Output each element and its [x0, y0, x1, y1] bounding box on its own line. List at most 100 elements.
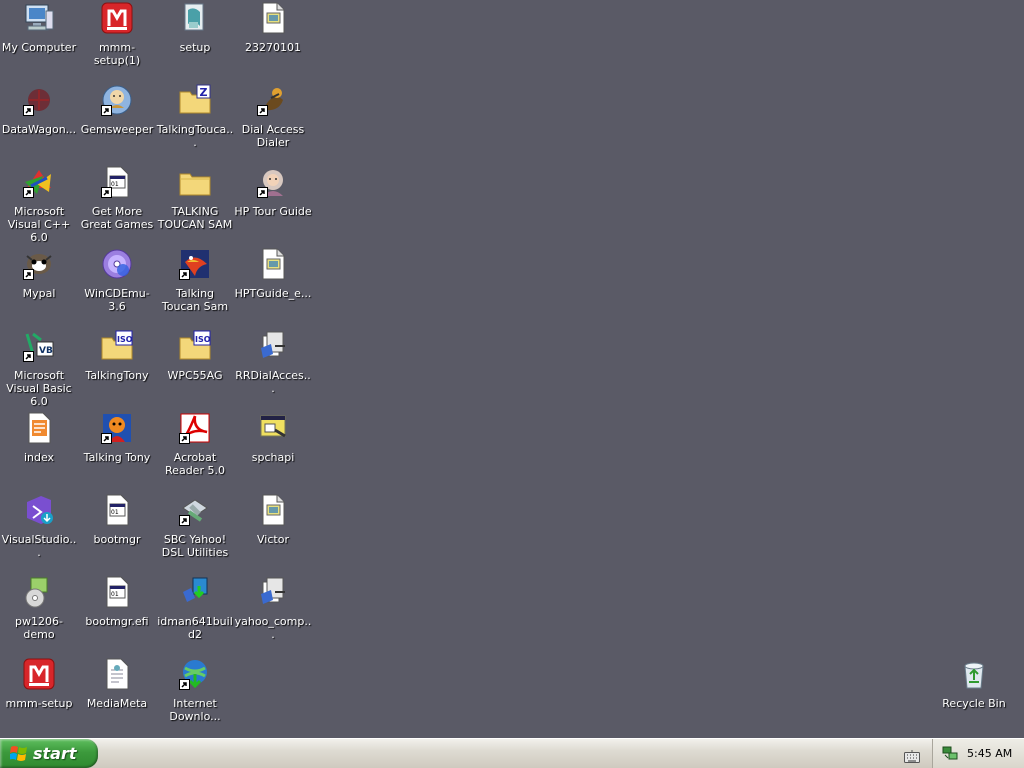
shortcut-arrow-icon — [179, 269, 190, 280]
desktop-icon-recycle-bin[interactable]: Recycle Bin — [935, 656, 1013, 710]
html-file-icon — [23, 412, 55, 444]
desktop-icon-talkingtony[interactable]: ISO TalkingTony — [78, 328, 156, 382]
hp-tour-guide-icon — [257, 166, 289, 198]
shortcut-arrow-icon — [257, 187, 268, 198]
desktop-icon-label: mmm-setup — [5, 697, 73, 710]
desktop-icon-label: My Computer — [1, 41, 77, 54]
installer-icon — [257, 330, 289, 362]
desktop-icon-spchapi[interactable]: spchapi — [234, 410, 312, 464]
shortcut-arrow-icon — [179, 433, 190, 444]
visual-cpp-icon — [23, 166, 55, 198]
taskbar: start 5:45 AM — [0, 738, 1024, 768]
desktop-icon-wincdemu-3-6[interactable]: WinCDEmu-3.6 — [78, 246, 156, 313]
desktop-icon-mmm-setup[interactable]: mmm-setup — [0, 656, 78, 710]
dsl-utilities-icon — [179, 494, 211, 526]
desktop-icon-wpc55ag[interactable]: ISO WPC55AG — [156, 328, 234, 382]
system-file-icon: 01 — [101, 494, 133, 526]
svg-text:ISO: ISO — [117, 335, 133, 344]
shortcut-arrow-icon — [23, 351, 34, 362]
svg-text:01: 01 — [111, 509, 119, 516]
desktop-icon-microsoft-visual-c-6-0[interactable]: Microsoft Visual C++ 6.0 — [0, 164, 78, 244]
desktop-icon-label: WPC55AG — [167, 369, 223, 382]
desktop-icon-label: TalkingTony — [85, 369, 149, 382]
desktop-icon-bootmgr-efi[interactable]: 01 bootmgr.efi — [78, 574, 156, 628]
document-icon — [257, 494, 289, 526]
mmm-setup-icon — [23, 658, 55, 690]
shortcut-arrow-icon — [101, 187, 112, 198]
mypal-icon — [23, 248, 55, 280]
desktop-icon-dial-access-dialer[interactable]: Dial Access Dialer — [234, 82, 312, 149]
desktop-icon-mmm-setup-1[interactable]: mmm-setup(1) — [78, 0, 156, 67]
desktop-icon-label: VisualStudio... — [1, 533, 77, 559]
desktop-icon-label: idman641build2 — [157, 615, 233, 641]
desktop-icon-label: spchapi — [251, 451, 295, 464]
mmm-setup-icon — [101, 2, 133, 34]
shortcut-arrow-icon — [23, 269, 34, 280]
internet-download-icon — [179, 658, 211, 690]
text-file-icon — [101, 658, 133, 690]
desktop-icon-talking-toucan-sam[interactable]: TALKING TOUCAN SAM — [156, 164, 234, 231]
desktop-icon-talkingtouca[interactable]: Z TalkingTouca... — [156, 82, 234, 149]
shortcut-arrow-icon — [257, 105, 268, 116]
desktop-icon-hptguide-e[interactable]: HPTGuide_e... — [234, 246, 312, 300]
desktop-icon-my-computer[interactable]: My Computer — [0, 0, 78, 54]
desktop[interactable]: Recycle Bin My Computer mmm-setup(1) setup… — [0, 0, 1024, 738]
desktop-icon-sbc-yahoo-dsl-utilities[interactable]: SBC Yahoo! DSL Utilities — [156, 492, 234, 559]
desktop-icon-microsoft-visual-basic-6-0[interactable]: VB Microsoft Visual Basic 6.0 — [0, 328, 78, 408]
desktop-icon-label: Acrobat Reader 5.0 — [165, 451, 225, 477]
desktop-icon-label: Mypal — [22, 287, 56, 300]
keyboard-icon[interactable] — [904, 748, 920, 767]
desktop-icon-victor[interactable]: Victor — [234, 492, 312, 546]
desktop-icon-talking-tony[interactable]: Talking Tony — [78, 410, 156, 464]
zip-folder-icon: Z — [179, 84, 211, 116]
dialer-icon — [257, 84, 289, 116]
shortcut-arrow-icon — [179, 515, 190, 526]
visual-basic-icon: VB — [23, 330, 55, 362]
shortcut-arrow-icon — [101, 433, 112, 444]
desktop-icon-gemsweeper[interactable]: Gemsweeper — [78, 82, 156, 136]
desktop-icon-hp-tour-guide[interactable]: HP Tour Guide — [234, 164, 312, 218]
clock: 5:45 AM — [967, 747, 1013, 760]
desktop-icon-mypal[interactable]: Mypal — [0, 246, 78, 300]
start-label: start — [33, 744, 77, 763]
datawagon-icon — [23, 84, 55, 116]
shortcut-arrow-icon — [179, 679, 190, 690]
shortcut-arrow-icon — [23, 187, 34, 198]
desktop-icon-label: Microsoft Visual Basic 6.0 — [6, 369, 72, 408]
desktop-icon-label: pw1206-demo — [15, 615, 63, 641]
desktop-icon-pw1206-demo[interactable]: pw1206-demo — [0, 574, 78, 641]
svg-text:VB: VB — [39, 346, 53, 356]
start-button[interactable]: start — [0, 739, 98, 768]
document-icon — [257, 248, 289, 280]
desktop-icon-label: Recycle Bin — [942, 697, 1006, 710]
desktop-icon-mediameta[interactable]: MediaMeta — [78, 656, 156, 710]
recycle-bin-icon — [958, 658, 990, 690]
tony-tiger-icon — [101, 412, 133, 444]
desktop-icon-index[interactable]: index — [0, 410, 78, 464]
document-icon — [257, 2, 289, 34]
desktop-icon-idman641build2[interactable]: idman641build2 — [156, 574, 234, 641]
desktop-icon-label: RRDialAcces... — [235, 369, 311, 395]
system-file-icon: 01 — [101, 576, 133, 608]
folder-icon — [179, 166, 211, 198]
desktop-icon-label: mmm-setup(1) — [93, 41, 141, 67]
desktop-icon-label: Microsoft Visual C++ 6.0 — [7, 205, 71, 244]
desktop-icon-label: index — [23, 451, 55, 464]
desktop-icon-bootmgr[interactable]: 01 bootmgr — [78, 492, 156, 546]
desktop-icon-visualstudio[interactable]: VisualStudio... — [0, 492, 78, 559]
desktop-icon-talking-toucan-sam[interactable]: Talking Toucan Sam — [156, 246, 234, 313]
desktop-icon-label: Internet Downlo... — [169, 697, 221, 723]
desktop-icon-label: HP Tour Guide — [234, 205, 312, 218]
desktop-icon-label: DataWagon... — [1, 123, 77, 136]
desktop-icon-acrobat-reader-5-0[interactable]: Acrobat Reader 5.0 — [156, 410, 234, 477]
svg-text:ISO: ISO — [195, 335, 211, 344]
desktop-icon-get-more-great-games[interactable]: 01 Get More Great Games — [78, 164, 156, 231]
windows-flag-icon — [9, 745, 28, 766]
desktop-icon-rrdialacces[interactable]: RRDialAcces... — [234, 328, 312, 395]
desktop-icon-setup[interactable]: setup — [156, 0, 234, 54]
desktop-icon-internet-downlo[interactable]: Internet Downlo... — [156, 656, 234, 723]
desktop-icon-yahoo-comp[interactable]: yahoo_comp... — [234, 574, 312, 641]
network-tray-icon[interactable] — [942, 746, 959, 765]
desktop-icon-datawagon[interactable]: DataWagon... — [0, 82, 78, 136]
desktop-icon-23270101[interactable]: 23270101 — [234, 0, 312, 54]
